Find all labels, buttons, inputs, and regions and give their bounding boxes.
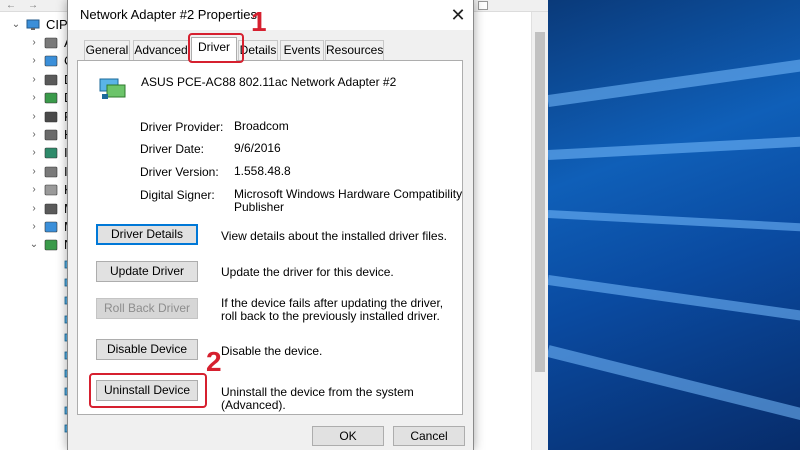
driver-version-label: Driver Version: — [140, 165, 219, 179]
input-device-icon — [44, 166, 58, 178]
tab-driver[interactable]: Driver — [191, 37, 237, 61]
desktop-wallpaper — [548, 0, 800, 450]
chevron-right-icon[interactable]: › — [28, 34, 40, 52]
update-driver-description: Update the driver for this device. — [221, 265, 394, 279]
network-adapter-icon — [44, 240, 58, 251]
chevron-right-icon[interactable]: › — [28, 181, 40, 199]
driver-version-value: 1.558.48.8 — [234, 164, 291, 178]
chevron-right-icon[interactable]: › — [28, 144, 40, 162]
chevron-right-icon[interactable]: › — [28, 218, 40, 236]
tab-details[interactable]: Details — [238, 40, 278, 60]
monitor-icon — [44, 221, 58, 233]
driver-details-button[interactable]: Driver Details — [96, 224, 198, 245]
digital-signer-value: Microsoft Windows Hardware Compatibility… — [234, 187, 463, 214]
firmware-icon — [44, 111, 58, 122]
forward-arrow-icon[interactable]: → — [26, 0, 40, 11]
keyboard-icon — [44, 184, 58, 196]
mouse-icon — [44, 203, 58, 214]
disk-drive-icon — [44, 74, 58, 86]
driver-provider-value: Broadcom — [234, 119, 289, 133]
wallpaper-light-ray — [548, 53, 800, 107]
digital-signer-label: Digital Signer: — [140, 188, 215, 202]
update-driver-button[interactable]: Update Driver — [96, 261, 198, 282]
hid-icon — [44, 129, 58, 141]
wallpaper-light-ray — [548, 275, 800, 327]
tab-general[interactable]: General — [84, 40, 130, 60]
back-arrow-icon[interactable]: ← — [4, 0, 18, 11]
driver-date-label: Driver Date: — [140, 142, 205, 156]
tab-events[interactable]: Events — [280, 40, 324, 60]
disable-device-button[interactable]: Disable Device — [96, 339, 198, 360]
computer-icon — [26, 19, 40, 30]
device-name: ASUS PCE-AC88 802.11ac Network Adapter #… — [141, 75, 397, 89]
chevron-right-icon[interactable]: › — [28, 126, 40, 144]
chevron-down-icon[interactable]: ⌄ — [28, 236, 40, 254]
step-1-marker: 1 — [251, 6, 267, 37]
driver-date-value: 9/6/2016 — [234, 141, 281, 155]
chevron-right-icon[interactable]: › — [28, 108, 40, 126]
network-adapter-icon — [99, 78, 126, 99]
cancel-button[interactable]: Cancel — [393, 426, 465, 446]
tab-advanced[interactable]: Advanced — [133, 40, 189, 60]
disable-device-description: Disable the device. — [221, 344, 323, 358]
scrollbar-thumb[interactable] — [535, 32, 545, 372]
uninstall-button-highlight — [89, 373, 207, 408]
chevron-right-icon[interactable]: › — [28, 89, 40, 107]
tab-resources[interactable]: Resources — [325, 40, 384, 60]
driver-provider-label: Driver Provider: — [140, 120, 224, 134]
display-adapter-icon — [44, 92, 58, 104]
chevron-down-icon[interactable]: ⌄ — [10, 16, 22, 34]
ide-controller-icon — [44, 148, 58, 159]
uninstall-device-description: Uninstall the device from the system (Ad… — [221, 385, 414, 412]
chevron-right-icon[interactable]: › — [28, 163, 40, 181]
driver-details-description: View details about the installed driver … — [221, 229, 447, 243]
dialog-titlebar[interactable]: Network Adapter #2 Properties ✕ — [68, 0, 473, 30]
chevron-right-icon[interactable]: › — [28, 71, 40, 89]
ok-button[interactable]: OK — [312, 426, 384, 446]
wallpaper-light-ray — [548, 210, 800, 234]
roll-back-driver-button[interactable]: Roll Back Driver — [96, 298, 198, 319]
device-tree-scrollbar[interactable] — [531, 12, 548, 450]
wallpaper-light-ray — [548, 345, 800, 430]
step-2-marker: 2 — [206, 346, 222, 377]
wallpaper-light-ray — [548, 134, 800, 160]
audio-icon — [44, 37, 58, 49]
dialog-title: Network Adapter #2 Properties — [80, 7, 258, 22]
toolbar-view-icon[interactable] — [478, 1, 488, 10]
computer-icon — [44, 56, 58, 67]
chevron-right-icon[interactable]: › — [28, 52, 40, 70]
close-icon[interactable]: ✕ — [446, 3, 470, 27]
chevron-right-icon[interactable]: › — [28, 200, 40, 218]
roll-back-driver-description: If the device fails after updating the d… — [221, 296, 444, 323]
